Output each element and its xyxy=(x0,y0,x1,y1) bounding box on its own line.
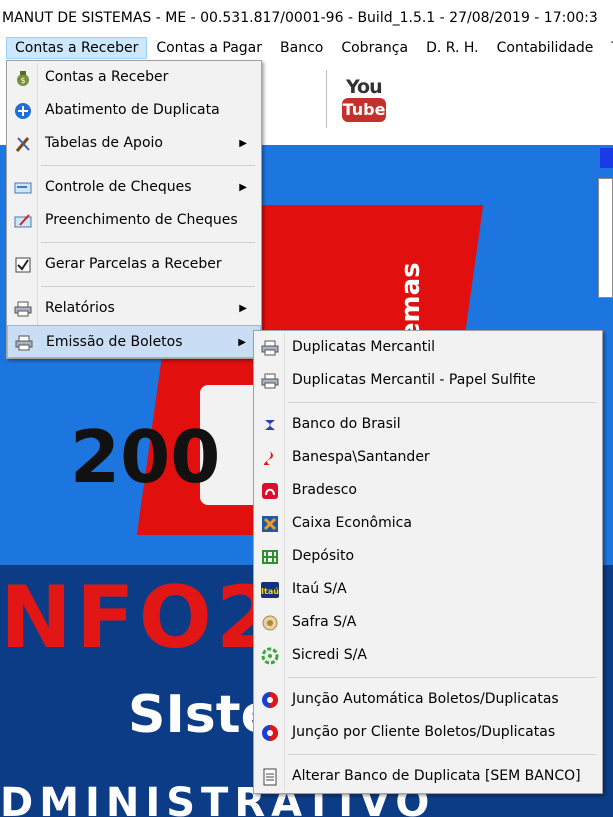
menu-separator xyxy=(288,677,596,678)
youtube-logo-you: You xyxy=(346,76,383,98)
menuitem-abatimento-duplicata[interactable]: Abatimento de Duplicata xyxy=(7,94,261,127)
menu-bar: Contas a Receber Contas a Pagar Banco Co… xyxy=(0,36,613,60)
check-card-icon xyxy=(13,178,33,198)
merge-icon xyxy=(260,723,280,743)
menuitem-duplicatas-mercantil-sulfite[interactable]: Duplicatas Mercantil - Papel Sulfite xyxy=(254,364,602,397)
submenu-arrow-icon: ▶ xyxy=(238,337,246,348)
menuitem-caixa-economica[interactable]: Caixa Econômica xyxy=(254,507,602,540)
svg-text:$: $ xyxy=(20,76,25,85)
printer-icon xyxy=(13,299,33,319)
menuitem-label: Alterar Banco de Duplicata [SEM BANCO] xyxy=(292,768,581,784)
menu-separator xyxy=(288,754,596,755)
right-info-panel xyxy=(598,178,613,298)
menu-separator xyxy=(41,165,255,166)
caixa-icon xyxy=(260,514,280,534)
menu-contas-receber[interactable]: Contas a Receber xyxy=(6,37,148,59)
menuitem-banco-do-brasil[interactable]: Banco do Brasil xyxy=(254,408,602,441)
document-icon xyxy=(260,767,280,787)
menuitem-label: Itaú S/A xyxy=(292,581,347,597)
bradesco-icon xyxy=(260,481,280,501)
checkbox-icon xyxy=(13,255,33,275)
menuitem-relatorios[interactable]: Relatórios ▶ xyxy=(7,292,261,325)
menu-contas-pagar[interactable]: Contas a Pagar xyxy=(147,37,271,59)
sicredi-icon xyxy=(260,646,280,666)
printer-icon xyxy=(260,371,280,391)
menuitem-itau[interactable]: Itaú Itaú S/A xyxy=(254,573,602,606)
menu-cobranca[interactable]: Cobrança xyxy=(332,37,417,59)
menu-contabilidade[interactable]: Contabilidade xyxy=(488,37,603,59)
menuitem-label: Bradesco xyxy=(292,482,357,498)
menu-separator xyxy=(41,242,255,243)
banco-do-brasil-icon xyxy=(260,415,280,435)
menuitem-label: Abatimento de Duplicata xyxy=(45,102,220,118)
plus-circle-icon xyxy=(13,101,33,121)
youtube-button[interactable]: You Tube xyxy=(342,76,388,128)
youtube-logo-tube: Tube xyxy=(342,98,386,122)
menuitem-label: Duplicatas Mercantil - Papel Sulfite xyxy=(292,372,536,388)
logo-number: 200 xyxy=(70,415,221,499)
menuitem-juncao-cliente[interactable]: Junção por Cliente Boletos/Duplicatas xyxy=(254,716,602,749)
safra-icon xyxy=(260,613,280,633)
menuitem-safra[interactable]: Safra S/A xyxy=(254,606,602,639)
menuitem-preenchimento-cheques[interactable]: Preenchimento de Cheques xyxy=(7,204,261,237)
menuitem-sicredi[interactable]: Sicredi S/A xyxy=(254,639,602,672)
menuitem-deposito[interactable]: Depósito xyxy=(254,540,602,573)
menuitem-juncao-automatica[interactable]: Junção Automática Boletos/Duplicatas xyxy=(254,683,602,716)
menuitem-gerar-parcelas[interactable]: Gerar Parcelas a Receber xyxy=(7,248,261,281)
window-title: MANUT DE SISTEMAS - ME - 00.531.817/0001… xyxy=(0,0,613,36)
menuitem-label: Junção Automática Boletos/Duplicatas xyxy=(292,691,559,707)
submenu-arrow-icon: ▶ xyxy=(239,182,247,193)
emissao-boletos-submenu: Duplicatas Mercantil Duplicatas Mercanti… xyxy=(253,330,603,794)
menuitem-label: Banespa\Santander xyxy=(292,449,430,465)
menuitem-label: Caixa Econômica xyxy=(292,515,412,531)
menuitem-contas-receber[interactable]: $ Contas a Receber xyxy=(7,61,261,94)
menuitem-bradesco[interactable]: Bradesco xyxy=(254,474,602,507)
menuitem-duplicatas-mercantil[interactable]: Duplicatas Mercantil xyxy=(254,331,602,364)
menu-separator xyxy=(41,286,255,287)
menuitem-label: Contas a Receber xyxy=(45,69,169,85)
contas-receber-dropdown: $ Contas a Receber Abatimento de Duplica… xyxy=(6,60,262,359)
logo-big-text: NFO2 xyxy=(0,568,280,668)
itau-icon: Itaú xyxy=(260,580,280,600)
tools-icon xyxy=(13,134,33,154)
santander-icon xyxy=(260,448,280,468)
submenu-arrow-icon: ▶ xyxy=(239,138,247,149)
merge-icon xyxy=(260,690,280,710)
check-write-icon xyxy=(13,211,33,231)
menuitem-label: Tabelas de Apoio xyxy=(45,135,163,151)
svg-text:Itaú: Itaú xyxy=(261,587,279,596)
deposit-icon xyxy=(260,547,280,567)
menuitem-emissao-boletos[interactable]: Emissão de Boletos ▶ xyxy=(7,325,261,358)
toolbar-separator xyxy=(326,70,327,128)
menuitem-label: Emissão de Boletos xyxy=(46,334,183,350)
menuitem-label: Controle de Cheques xyxy=(45,179,192,195)
menuitem-label: Junção por Cliente Boletos/Duplicatas xyxy=(292,724,556,740)
menuitem-label: Depósito xyxy=(292,548,355,564)
menuitem-controle-cheques[interactable]: Controle de Cheques ▶ xyxy=(7,171,261,204)
menuitem-label: Duplicatas Mercantil xyxy=(292,339,435,355)
printer-icon xyxy=(260,338,280,358)
submenu-arrow-icon: ▶ xyxy=(239,303,247,314)
menuitem-label: Sicredi S/A xyxy=(292,647,367,663)
menuitem-alterar-banco[interactable]: Alterar Banco de Duplicata [SEM BANCO] xyxy=(254,760,602,793)
menu-separator xyxy=(288,402,596,403)
money-bag-icon: $ xyxy=(13,68,33,88)
menuitem-label: Gerar Parcelas a Receber xyxy=(45,256,222,272)
menuitem-label: Banco do Brasil xyxy=(292,416,401,432)
menuitem-tabelas-apoio[interactable]: Tabelas de Apoio ▶ xyxy=(7,127,261,160)
menu-banco[interactable]: Banco xyxy=(271,37,332,59)
menuitem-label: Safra S/A xyxy=(292,614,357,630)
right-panel-header xyxy=(600,148,613,168)
menuitem-label: Preenchimento de Cheques xyxy=(45,212,238,228)
menu-drh[interactable]: D. R. H. xyxy=(417,37,488,59)
menuitem-banespa-santander[interactable]: Banespa\Santander xyxy=(254,441,602,474)
menuitem-label: Relatórios xyxy=(45,300,115,316)
printer-icon xyxy=(14,333,34,353)
menu-truncated[interactable]: T xyxy=(602,37,613,59)
